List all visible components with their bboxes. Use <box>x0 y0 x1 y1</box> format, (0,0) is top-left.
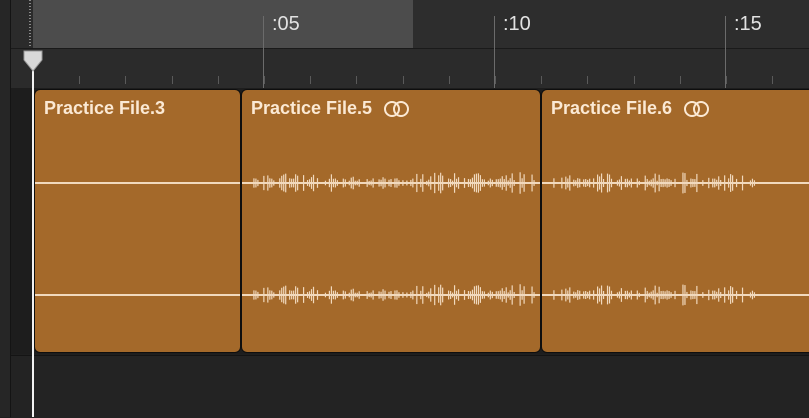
cycle-region[interactable] <box>33 0 415 48</box>
ruler-minor-tick <box>634 76 635 84</box>
ruler-minor-tick <box>79 76 80 84</box>
region-header: Practice File.6 <box>551 98 712 119</box>
empty-track-lane[interactable] <box>11 355 809 418</box>
waveform-left-channel <box>35 182 240 184</box>
ruler-minor-tick <box>218 76 219 84</box>
ruler-minor-tick <box>772 76 773 84</box>
audio-region[interactable]: Practice File.6 <box>541 89 809 353</box>
ruler-minor-tick <box>495 76 496 84</box>
audio-region[interactable]: Practice File.5 <box>241 89 541 353</box>
waveform-right-channel <box>242 284 540 306</box>
ruler-minor-tick <box>587 76 588 84</box>
waveform-left-channel <box>542 172 809 194</box>
track-gutter <box>0 0 11 417</box>
ruler-marker-label: :15 <box>734 13 762 35</box>
timeline-ruler[interactable]: :05 :10 :15 <box>11 0 809 88</box>
ruler-start-marker <box>29 0 31 48</box>
ruler-minor-tick <box>541 76 542 84</box>
ruler-minor-tick <box>680 76 681 84</box>
audio-region[interactable]: Practice File.3 <box>34 89 241 353</box>
ruler-minor-tick <box>310 76 311 84</box>
waveform-left-channel <box>242 172 540 194</box>
stereo-link-icon <box>684 100 710 117</box>
region-name: Practice File.6 <box>551 98 673 118</box>
ruler-minor-tick <box>125 76 126 84</box>
region-name: Practice File.5 <box>251 98 373 118</box>
ruler-minor-tick <box>449 76 450 84</box>
waveform-right-channel <box>542 284 809 306</box>
playhead-handle-icon[interactable] <box>22 50 44 72</box>
waveform-right-channel <box>35 294 240 296</box>
ruler-minor-tick <box>726 76 727 84</box>
region-header: Practice File.5 <box>251 98 412 119</box>
ruler-marker-label: :05 <box>272 13 300 35</box>
ruler-divider <box>11 48 809 49</box>
ruler-minor-tick <box>172 76 173 84</box>
region-header: Practice File.3 <box>44 98 165 119</box>
ruler-minor-tick <box>403 76 404 84</box>
playhead[interactable] <box>32 58 34 417</box>
stereo-link-icon <box>384 100 410 117</box>
region-name: Practice File.3 <box>44 98 166 118</box>
ruler-minor-tick <box>264 76 265 84</box>
ruler-minor-tick <box>356 76 357 84</box>
ruler-marker-label: :10 <box>503 13 531 35</box>
